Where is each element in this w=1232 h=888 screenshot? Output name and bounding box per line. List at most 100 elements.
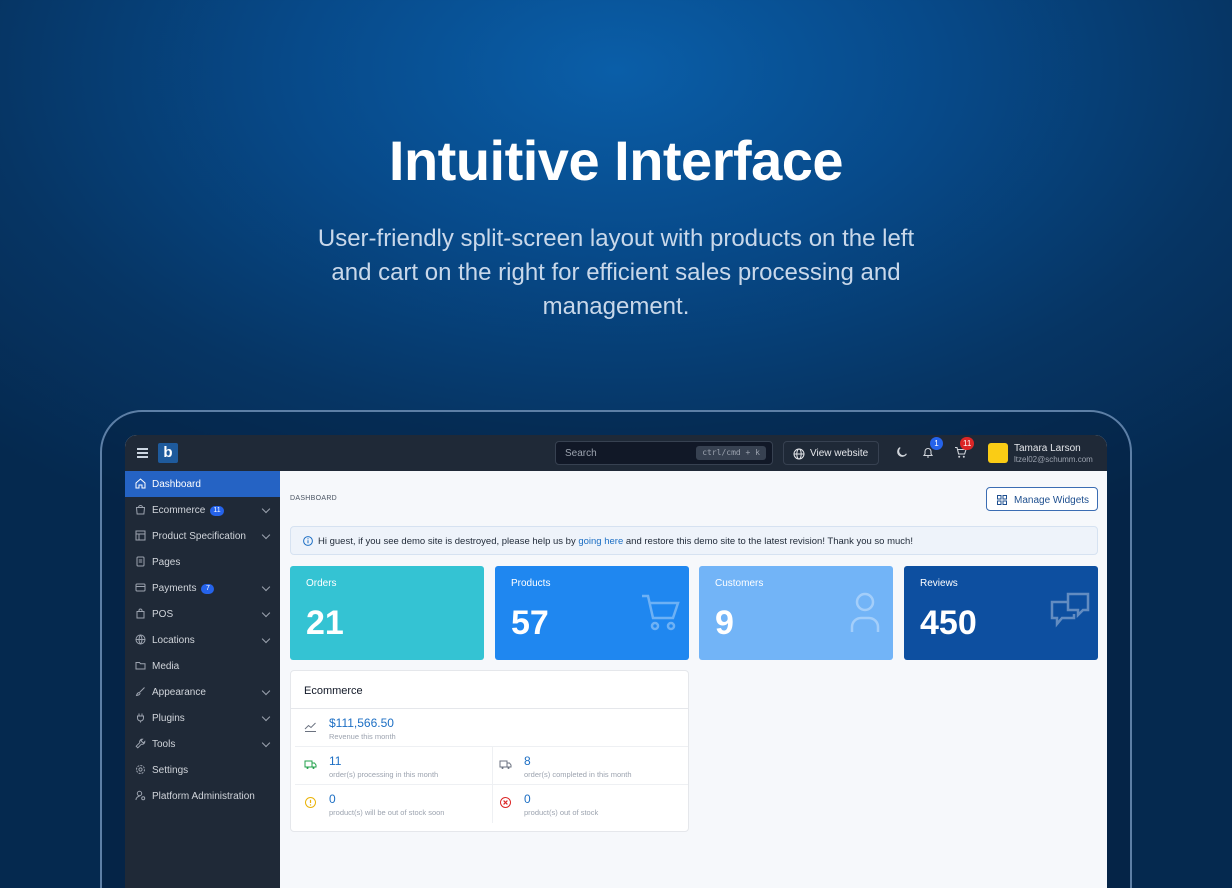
sidebar-item-plugins[interactable]: Plugins <box>125 705 280 731</box>
truck-icon <box>499 760 512 769</box>
stat-value: 9 <box>715 604 734 642</box>
sidebar-item-label: Plugins <box>152 713 185 724</box>
sidebar-item-label: POS <box>152 609 174 620</box>
stat-card-customers[interactable]: Customers 9 <box>699 566 893 660</box>
view-website-label: View website <box>810 448 869 459</box>
user-cog-icon <box>135 790 146 801</box>
divider <box>492 747 493 823</box>
ecommerce-count-badge: 11 <box>210 506 224 516</box>
payments-count-badge: 7 <box>201 584 215 594</box>
out-of-stock-soon-value: 0 <box>329 792 336 806</box>
sidebar-item-ecommerce[interactable]: Ecommerce 11 <box>125 497 280 523</box>
completed-desc: order(s) completed in this month <box>524 770 632 779</box>
out-of-stock-desc: product(s) out of stock <box>524 808 599 817</box>
menu-toggle-icon[interactable] <box>137 448 148 458</box>
sidebar-item-appearance[interactable]: Appearance <box>125 679 280 705</box>
revenue-value: $111,566.50 <box>329 716 394 730</box>
home-icon <box>135 478 146 489</box>
manage-widgets-label: Manage Widgets <box>1014 495 1090 506</box>
top-bar: b Search ctrl/cmd + k View website 1 11 <box>125 435 1107 471</box>
sidebar-item-label: Platform Administration <box>152 791 255 802</box>
moon-icon[interactable] <box>896 446 908 458</box>
sidebar-item-label: Media <box>152 661 180 672</box>
sidebar-item-product-specification[interactable]: Product Specification <box>125 523 280 549</box>
globe-icon <box>793 448 805 460</box>
sidebar-item-label: Product Specification <box>152 531 246 542</box>
table-icon <box>135 530 146 541</box>
chevron-down-icon <box>261 504 271 514</box>
divider <box>291 708 688 709</box>
main-content: DASHBOARD Manage Widgets Hi guest, if yo… <box>280 471 1107 888</box>
out-of-stock-value: 0 <box>524 792 531 806</box>
stat-value: 450 <box>920 604 977 642</box>
folder-icon <box>135 662 146 670</box>
hero-subtitle: User-friendly split-screen layout with p… <box>317 225 915 320</box>
credit-card-icon <box>135 583 146 592</box>
sidebar-item-label: Locations <box>152 635 195 646</box>
sidebar-item-pos[interactable]: POS <box>125 601 280 627</box>
user-email: ltzel02@schumm.com <box>1014 455 1093 464</box>
breadcrumb[interactable]: DASHBOARD <box>290 495 337 502</box>
out-of-stock-soon-desc: product(s) will be out of stock soon <box>329 808 445 817</box>
user-icon <box>850 592 880 632</box>
stat-card-reviews[interactable]: Reviews 450 <box>904 566 1098 660</box>
stat-card-products[interactable]: Products 57 <box>495 566 689 660</box>
cart-icon <box>642 594 680 631</box>
user-name[interactable]: Tamara Larson <box>1014 443 1081 454</box>
chevron-down-icon <box>261 530 271 540</box>
alert-link[interactable]: going here <box>578 536 623 547</box>
stat-label: Products <box>511 578 551 589</box>
sidebar-item-label: Dashboard <box>152 479 201 490</box>
sidebar-item-label: Tools <box>152 739 176 750</box>
hero-title: Intuitive Interface <box>388 129 844 192</box>
view-website-button[interactable]: View website <box>783 441 879 465</box>
search-input[interactable]: Search ctrl/cmd + k <box>555 441 773 465</box>
sidebar-item-settings[interactable]: Settings <box>125 757 280 783</box>
chevron-down-icon <box>261 608 271 618</box>
app-logo[interactable]: b <box>158 443 178 463</box>
chevron-down-icon <box>261 738 271 748</box>
stat-card-orders[interactable]: Orders 21 <box>290 566 484 660</box>
processing-value: 11 <box>329 754 342 768</box>
avatar[interactable] <box>988 443 1008 463</box>
sidebar-item-locations[interactable]: Locations <box>125 627 280 653</box>
stat-value: 21 <box>306 604 344 642</box>
search-shortcut: ctrl/cmd + k <box>696 446 766 460</box>
app-screen: b Search ctrl/cmd + k View website 1 11 <box>125 435 1107 888</box>
sidebar-item-platform-administration[interactable]: Platform Administration <box>125 783 280 809</box>
chevron-down-icon <box>261 582 271 592</box>
search-placeholder: Search <box>565 448 597 459</box>
divider <box>295 784 688 785</box>
sidebar-item-label: Payments <box>152 583 197 594</box>
brush-icon <box>135 687 145 697</box>
manage-widgets-button[interactable]: Manage Widgets <box>986 487 1098 511</box>
stat-label: Orders <box>306 578 337 589</box>
widgets-grid-icon <box>997 495 1007 505</box>
stat-label: Customers <box>715 578 764 589</box>
sidebar-item-dashboard[interactable]: Dashboard <box>125 471 280 497</box>
x-circle-icon <box>500 797 511 808</box>
globe-icon <box>135 634 146 645</box>
wrench-icon <box>135 738 146 749</box>
bag-icon <box>136 608 145 619</box>
sidebar-item-label: Appearance <box>152 687 206 698</box>
completed-value: 8 <box>524 754 531 768</box>
shopping-bag-icon <box>135 505 146 515</box>
sidebar-item-pages[interactable]: Pages <box>125 549 280 575</box>
plug-icon <box>137 713 144 723</box>
sidebar-item-media[interactable]: Media <box>125 653 280 679</box>
info-icon <box>303 536 313 546</box>
processing-desc: order(s) processing in this month <box>329 770 439 779</box>
widget-title: Ecommerce <box>304 685 363 697</box>
notifications-badge: 1 <box>930 437 943 450</box>
demo-alert: Hi guest, if you see demo site is destro… <box>290 526 1098 555</box>
alert-text-before: Hi guest, if you see demo site is destro… <box>318 536 579 547</box>
stat-label: Reviews <box>920 578 958 589</box>
trend-icon <box>304 722 316 732</box>
sidebar-item-label: Ecommerce <box>152 505 206 516</box>
sidebar-item-payments[interactable]: Payments 7 <box>125 575 280 601</box>
cart-badge: 11 <box>960 437 975 450</box>
sidebar-item-tools[interactable]: Tools <box>125 731 280 757</box>
chevron-down-icon <box>261 686 271 696</box>
chat-icon <box>1050 592 1090 628</box>
